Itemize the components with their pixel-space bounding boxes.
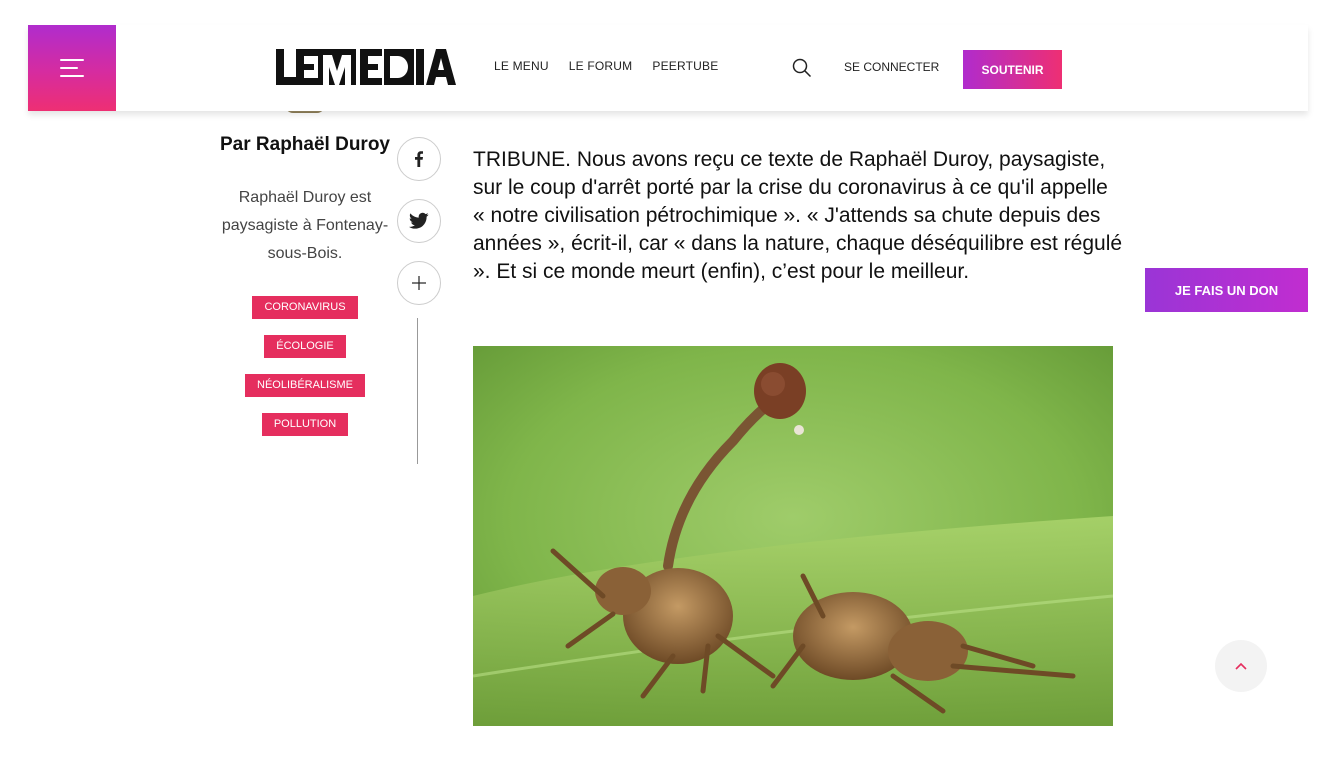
main-nav: LE MENU LE FORUM PEERTUBE	[494, 59, 718, 73]
site-logo[interactable]	[274, 47, 456, 87]
nav-peertube[interactable]: PEERTUBE	[652, 59, 718, 73]
hamburger-icon	[60, 59, 84, 77]
share-facebook-button[interactable]	[397, 137, 441, 181]
support-button[interactable]: SOUTENIR	[963, 50, 1062, 89]
share-divider	[417, 318, 418, 464]
share-more-button[interactable]	[397, 261, 441, 305]
tag-coronavirus[interactable]: CORONAVIRUS	[252, 296, 358, 319]
le-media-logo	[276, 49, 456, 85]
scroll-to-top-button[interactable]	[1215, 640, 1267, 692]
nav-le-menu[interactable]: LE MENU	[494, 59, 549, 73]
tag-neoliberalisme[interactable]: NÉOLIBÉRALISME	[245, 374, 365, 397]
article-image	[473, 346, 1113, 726]
search-button[interactable]	[792, 58, 812, 78]
tag-ecologie[interactable]: ÉCOLOGIE	[264, 335, 346, 358]
tag-list: CORONAVIRUS ÉCOLOGIE NÉOLIBÉRALISME POLL…	[215, 296, 395, 436]
author-name[interactable]: Par Raphaël Duroy	[210, 134, 400, 156]
login-link[interactable]: SE CONNECTER	[844, 60, 939, 74]
chevron-up-icon	[1235, 662, 1247, 670]
menu-button[interactable]	[28, 25, 116, 111]
plus-icon	[412, 276, 426, 290]
author-bio: Raphaël Duroy est paysagiste à Fontenay-…	[221, 189, 389, 262]
cordyceps-ant-image	[473, 346, 1113, 726]
tag-pollution[interactable]: POLLUTION	[261, 413, 349, 436]
share-twitter-button[interactable]	[397, 199, 441, 243]
facebook-icon	[415, 151, 423, 167]
search-icon	[792, 58, 812, 78]
donate-button[interactable]: JE FAIS UN DON	[1145, 268, 1308, 312]
site-header: LE MENU LE FORUM PEERTUBE SE CONNECTER S…	[28, 25, 1308, 111]
twitter-icon	[409, 212, 429, 229]
nav-le-forum[interactable]: LE FORUM	[569, 59, 633, 73]
article-lede: TRIBUNE. Nous avons reçu ce texte de Rap…	[473, 148, 1123, 283]
